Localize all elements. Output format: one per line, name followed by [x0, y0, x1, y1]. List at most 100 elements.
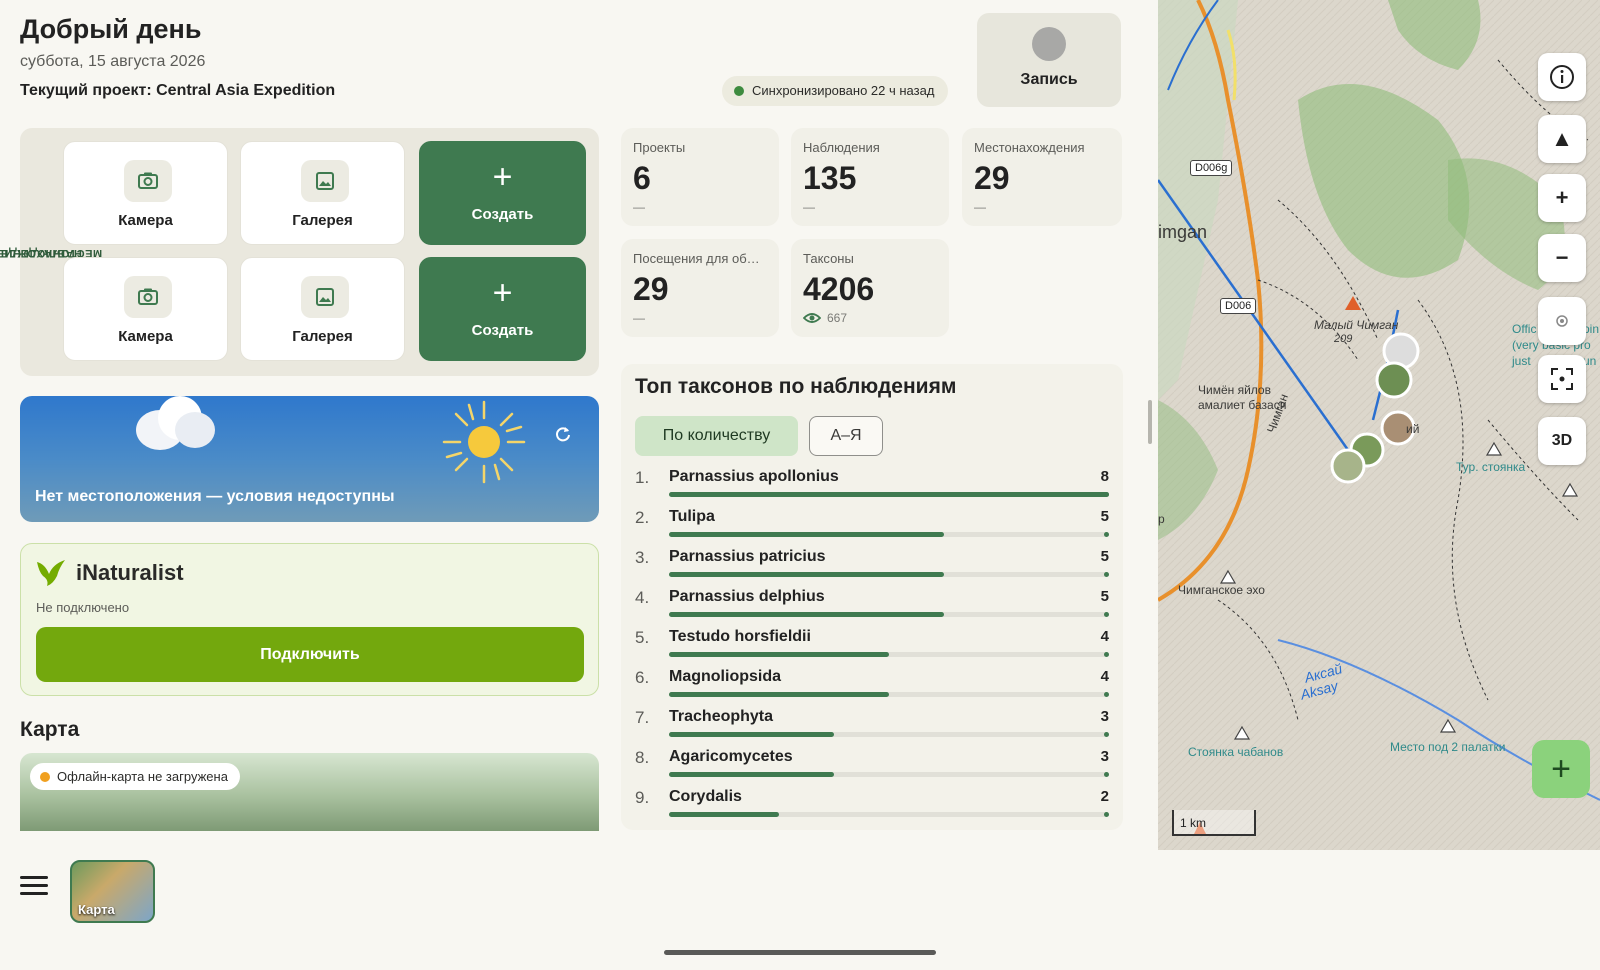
- map-preview[interactable]: Офлайн-карта не загружена: [20, 753, 599, 831]
- sort-alpha-toggle[interactable]: А–Я: [809, 416, 883, 456]
- pane-divider-handle[interactable]: [1148, 400, 1152, 444]
- map-section-title: Карта: [20, 718, 80, 741]
- taxon-rank: 7.: [635, 708, 650, 727]
- map-label: 209: [1334, 333, 1353, 345]
- taxon-row[interactable]: 3. Parnassius patricius 5: [635, 548, 1109, 588]
- stat-observations[interactable]: Наблюдения 135 —: [791, 128, 949, 226]
- taxon-rank: 1.: [635, 468, 650, 487]
- map-locate-button[interactable]: [1538, 297, 1586, 345]
- taxon-bar-fill: [669, 612, 944, 617]
- plus-icon: +: [1555, 185, 1569, 210]
- locality-gallery-button[interactable]: Галерея: [240, 257, 405, 361]
- north-arrow-icon: ▲: [1551, 126, 1573, 151]
- map-add-button[interactable]: +: [1532, 740, 1590, 798]
- taxon-count: 4: [1100, 628, 1109, 645]
- map-thumb-label: Карта: [78, 902, 115, 917]
- stat-visits[interactable]: Посещения для об… 29 —: [621, 239, 779, 337]
- create-label: Создать: [471, 206, 534, 223]
- stat-value: 29: [974, 160, 1010, 196]
- taxon-row[interactable]: 2. Tulipa 5: [635, 508, 1109, 548]
- current-date: суббота, 15 августа 2026: [20, 53, 206, 70]
- stat-localities[interactable]: Местонахождения 29 —: [962, 128, 1122, 226]
- weather-message: Нет местоположения — условия недоступны: [35, 488, 395, 505]
- taxon-row[interactable]: 7. Tracheophyta 3: [635, 708, 1109, 748]
- map-label: p: [1158, 512, 1165, 526]
- map-compass-button[interactable]: ▲: [1538, 115, 1586, 163]
- stat-value: 135: [803, 160, 857, 196]
- inaturalist-title: iNaturalist: [76, 560, 184, 585]
- taxon-row[interactable]: 8. Agaricomycetes 3: [635, 748, 1109, 788]
- map-zoom-in-button[interactable]: +: [1538, 174, 1586, 222]
- top-taxa-card: Топ таксонов по наблюдениям По количеств…: [621, 364, 1123, 830]
- taxon-bar-track: [669, 652, 1109, 657]
- offline-map-badge: Офлайн-карта не загружена: [30, 763, 240, 790]
- stat-projects[interactable]: Проекты 6 —: [621, 128, 779, 226]
- record-dot-icon: [1032, 27, 1066, 61]
- locality-camera-button[interactable]: Камера: [63, 257, 228, 361]
- map-label: Чимён яйлов: [1198, 383, 1271, 397]
- taxon-bar-tip: [1104, 612, 1109, 617]
- inaturalist-bird-icon: [37, 560, 65, 586]
- observation-camera-button[interactable]: Камера: [63, 141, 228, 245]
- taxon-bar-fill: [669, 652, 889, 657]
- info-icon: [1550, 65, 1574, 89]
- road-badge: D006g: [1190, 160, 1233, 176]
- inaturalist-card: iNaturalist Не подключено Подключить: [20, 543, 599, 696]
- taxon-rank: 9.: [635, 788, 650, 807]
- locality-create-button[interactable]: + Создать: [419, 257, 586, 361]
- cloud-icon: [136, 396, 215, 450]
- map-zoom-out-button[interactable]: −: [1538, 234, 1586, 282]
- taxon-count: 2: [1100, 788, 1109, 805]
- taxon-bar-tip: [1104, 652, 1109, 657]
- taxon-count: 5: [1100, 588, 1109, 605]
- topographic-map[interactable]: D006g D006 imgan Малый Чимган 209 Чимён …: [1158, 0, 1600, 850]
- map-3d-button[interactable]: 3D: [1538, 417, 1586, 465]
- stat-value: 6: [633, 160, 651, 196]
- observation-gallery-button[interactable]: Галерея: [240, 141, 405, 245]
- refresh-icon[interactable]: [553, 424, 573, 444]
- stat-sub: —: [803, 200, 815, 214]
- taxon-bar-track: [669, 772, 1109, 777]
- map-canvas: [1158, 0, 1600, 850]
- taxon-name: Magnoliopsida: [669, 668, 781, 685]
- taxon-row[interactable]: 9. Corydalis 2: [635, 788, 1109, 828]
- taxon-row[interactable]: 6. Magnoliopsida 4: [635, 668, 1109, 708]
- record-label: Запись: [1020, 71, 1078, 88]
- taxon-bar-tip: [1104, 532, 1109, 537]
- sync-status-badge[interactable]: Синхронизировано 22 ч назад: [722, 76, 949, 106]
- map-thumbnail-button[interactable]: Карта: [70, 860, 155, 923]
- taxon-bar-track: [669, 572, 1109, 577]
- taxon-row[interactable]: 1. Parnassius apollonius 8: [635, 468, 1109, 508]
- taxon-bar-tip: [1104, 772, 1109, 777]
- observation-create-button[interactable]: + Создать: [419, 141, 586, 245]
- plus-icon: +: [1551, 749, 1571, 788]
- taxon-rank: 6.: [635, 668, 650, 687]
- stat-value: 29: [633, 271, 669, 307]
- taxon-row[interactable]: 5. Testudo horsfieldii 4: [635, 628, 1109, 668]
- camera-label: Камера: [118, 328, 173, 345]
- map-info-button[interactable]: [1538, 53, 1586, 101]
- map-label: Тур. стоянка: [1456, 460, 1526, 474]
- eye-icon: [803, 313, 821, 323]
- taxon-count: 5: [1100, 508, 1109, 525]
- record-button[interactable]: Запись: [977, 13, 1121, 107]
- connect-button[interactable]: Подключить: [36, 627, 584, 682]
- taxon-row[interactable]: 4. Parnassius delphius 5: [635, 588, 1109, 628]
- taxon-bar-tip: [1104, 492, 1109, 497]
- taxon-bar-track: [669, 732, 1109, 737]
- stat-value: 4206: [803, 271, 875, 307]
- map-scale-bar: 1 km: [1172, 810, 1256, 836]
- stat-taxa[interactable]: Таксоны 4206 667: [791, 239, 949, 337]
- taxon-bar-fill: [669, 532, 944, 537]
- map-fit-bounds-button[interactable]: [1538, 355, 1586, 403]
- stat-title: Таксоны: [803, 251, 854, 266]
- sort-by-count-toggle[interactable]: По количеству: [635, 416, 798, 456]
- quick-actions-panel: МЕСТОНАХОЖДЕНИЕНАБЛЮДЕНИЕ Камера Галерея…: [0, 128, 599, 376]
- taxon-bar-tip: [1104, 732, 1109, 737]
- home-indicator[interactable]: [664, 950, 936, 955]
- taxon-bar-fill: [669, 772, 834, 777]
- location-target-icon: [1556, 315, 1568, 327]
- menu-icon[interactable]: [20, 876, 48, 896]
- camera-icon: [124, 276, 172, 318]
- map-label: imgan: [1158, 222, 1208, 242]
